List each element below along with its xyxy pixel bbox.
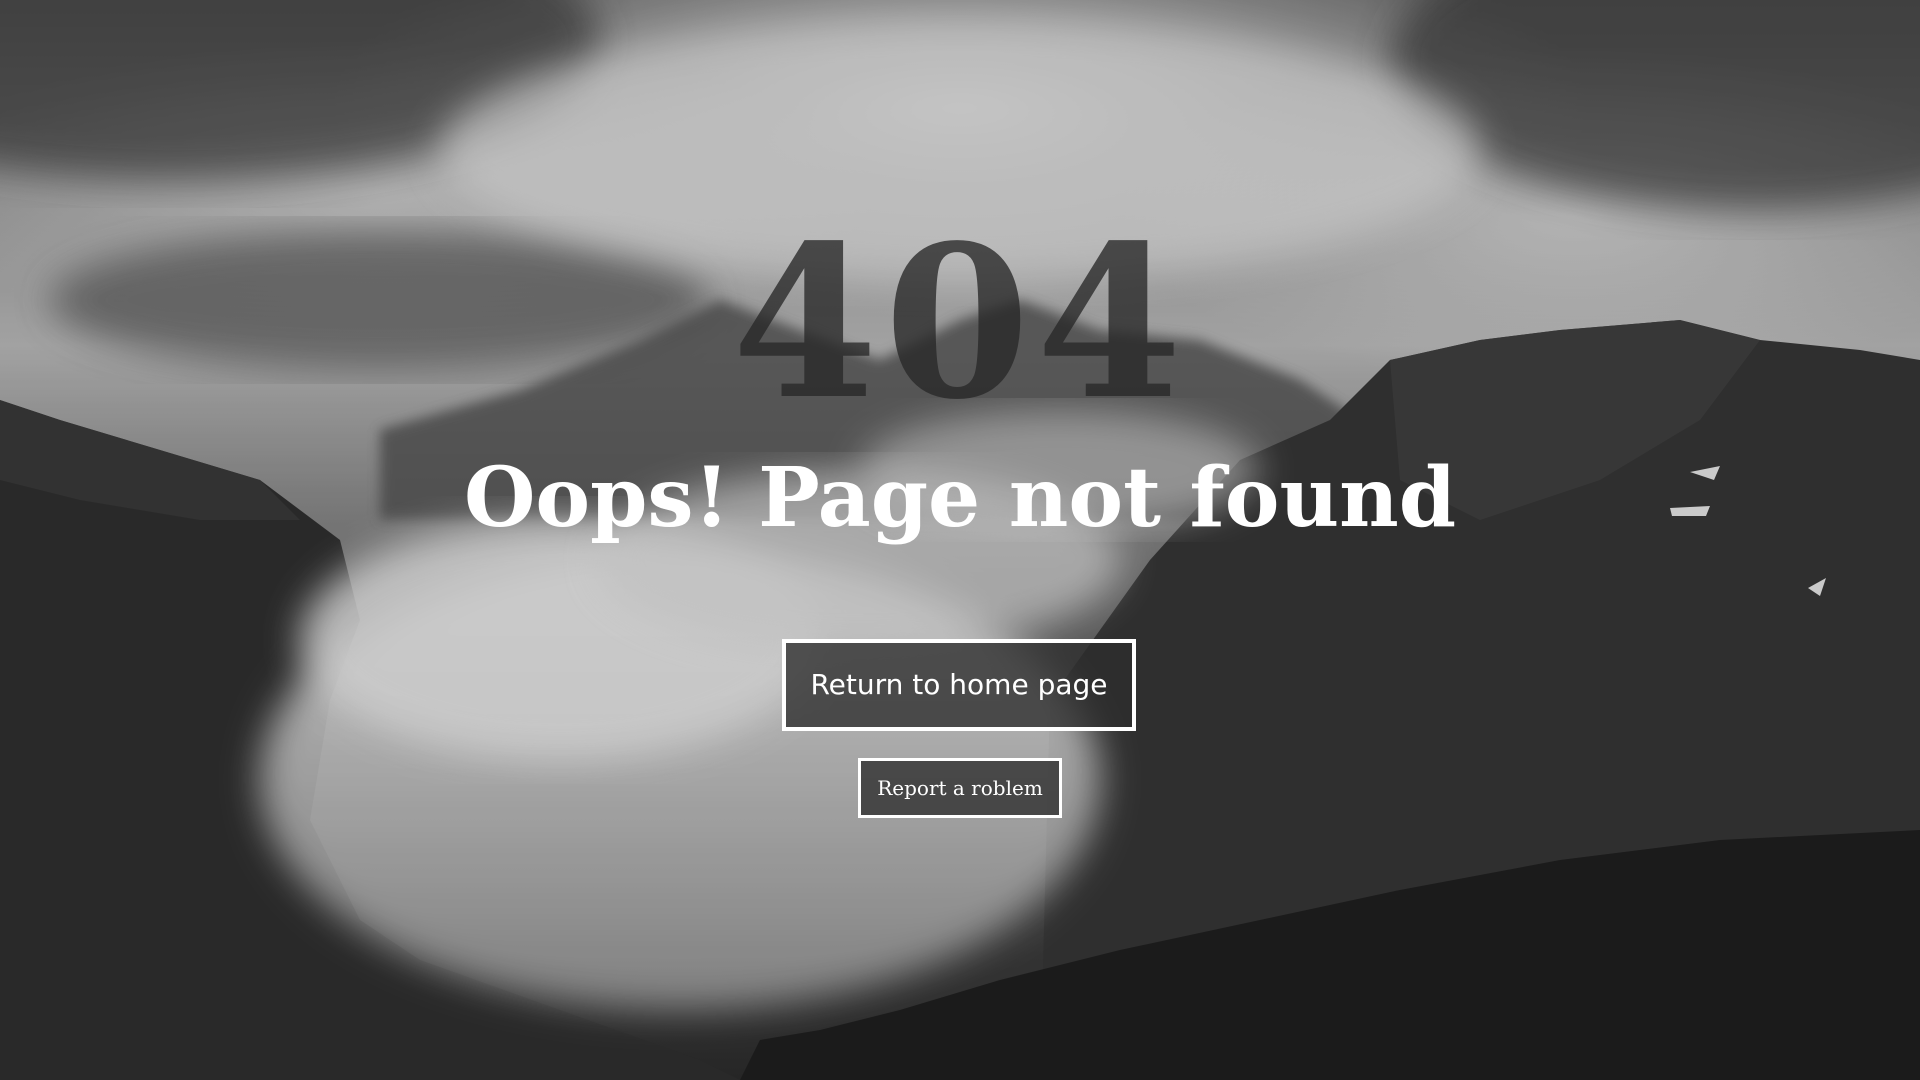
report-problem-button[interactable]: Report a roblem <box>858 758 1062 818</box>
error-content: 404 Oops! Page not found Return to home … <box>0 0 1920 1080</box>
error-code: 404 <box>731 199 1189 446</box>
return-home-button[interactable]: Return to home page <box>782 639 1136 731</box>
error-page: 404 Oops! Page not found Return to home … <box>0 0 1920 1080</box>
page-title: Oops! Page not found <box>463 450 1457 546</box>
